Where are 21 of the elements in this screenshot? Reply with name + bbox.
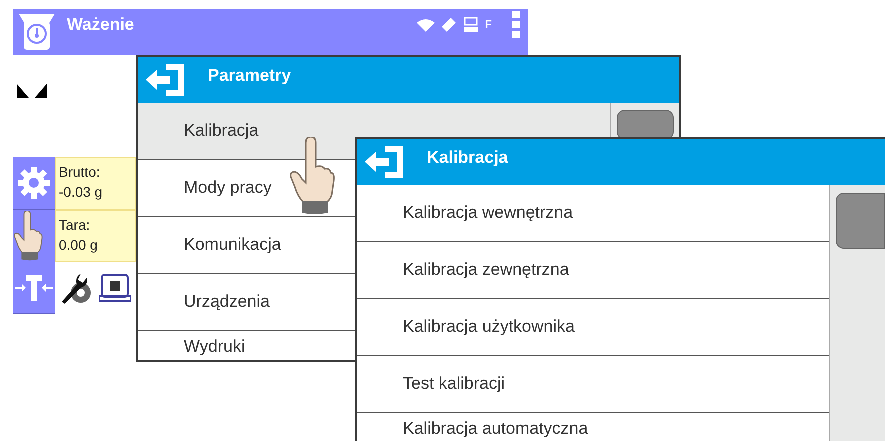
- readout-value: -0.03 g: [59, 184, 104, 200]
- readout-value: 0.00 g: [59, 237, 99, 253]
- window-title: Parametry: [208, 66, 292, 86]
- weight-on-scale-icon[interactable]: [99, 272, 131, 304]
- settings-icon: [18, 167, 50, 199]
- screen-title: Ważenie: [67, 15, 136, 35]
- menu-icon[interactable]: [512, 11, 520, 39]
- pointing-hand-icon: [14, 211, 44, 261]
- scroll-thumb[interactable]: [617, 110, 674, 140]
- stability-marker-icon: [17, 84, 47, 98]
- scale-icon: [17, 12, 57, 52]
- readout-label: Tara:: [59, 217, 92, 233]
- scroll-thumb[interactable]: [836, 193, 885, 249]
- usb-stick-icon: [441, 17, 458, 33]
- tare-icon: [15, 274, 53, 300]
- indicator-label: F: [485, 19, 492, 31]
- wifi-icon: [417, 18, 436, 32]
- network-icon: [463, 17, 480, 33]
- pointing-hand-icon: [290, 137, 336, 215]
- wrench-gear-icon[interactable]: [59, 271, 93, 305]
- readout-label: Brutto:: [59, 164, 102, 180]
